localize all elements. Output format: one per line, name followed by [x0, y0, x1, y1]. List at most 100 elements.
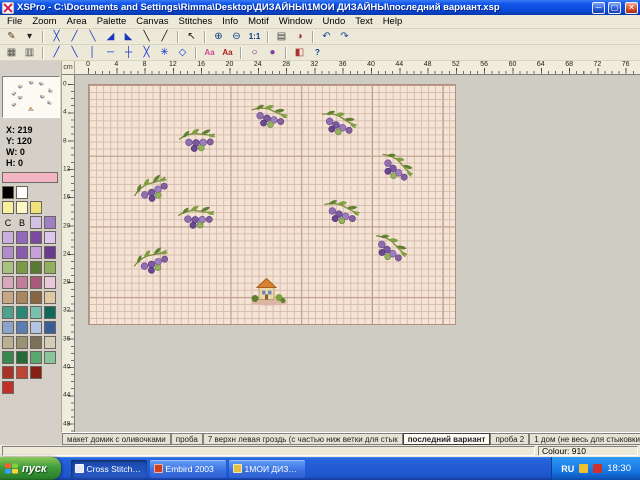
- current-colour-swatch[interactable]: [2, 172, 58, 183]
- half-stitch-back-tool[interactable]: ╲: [84, 30, 101, 44]
- tray-icon[interactable]: [579, 464, 588, 473]
- palette-swatch[interactable]: [44, 321, 56, 334]
- tab-3[interactable]: 7 верхн левая гроздь (с частью ниж ветки…: [203, 433, 403, 445]
- palette-swatch[interactable]: [16, 321, 28, 334]
- palette-swatch[interactable]: [16, 231, 28, 244]
- palette-swatch[interactable]: [2, 321, 14, 334]
- palette-swatch[interactable]: [2, 201, 14, 214]
- menu-item-help[interactable]: Help: [378, 15, 408, 28]
- palette-swatch[interactable]: [44, 336, 56, 349]
- palette-swatch[interactable]: [30, 261, 42, 274]
- stitch-dir-cross-tool[interactable]: ┼: [120, 46, 137, 60]
- palette-swatch[interactable]: [2, 276, 14, 289]
- menu-item-canvas[interactable]: Canvas: [131, 15, 173, 28]
- tab-2[interactable]: проба: [171, 433, 203, 445]
- palette-swatch[interactable]: [2, 246, 14, 259]
- minimize-button[interactable]: ─: [592, 2, 605, 14]
- design-preview[interactable]: [2, 76, 60, 118]
- stitch-dir-ne-tool[interactable]: ╱: [48, 46, 65, 60]
- three-quarter-stitch-tool[interactable]: ◣: [120, 30, 137, 44]
- palette-swatch[interactable]: [16, 366, 28, 379]
- palette-swatch[interactable]: [44, 291, 56, 304]
- palette-swatch[interactable]: [30, 351, 42, 364]
- tray-icon[interactable]: [593, 464, 602, 473]
- app-icon[interactable]: [2, 2, 14, 14]
- stitch-dir-nw-tool[interactable]: ╲: [66, 46, 83, 60]
- palette-swatch[interactable]: [2, 366, 14, 379]
- palette-swatch[interactable]: [16, 351, 28, 364]
- half-stitch-forward-tool[interactable]: ╱: [66, 30, 83, 44]
- text-tool[interactable]: Aa: [201, 46, 218, 60]
- maximize-button[interactable]: ▢: [608, 2, 621, 14]
- palette-swatch[interactable]: [30, 231, 42, 244]
- help-tool[interactable]: ?: [309, 46, 326, 60]
- palette-swatch[interactable]: [16, 276, 28, 289]
- pencil-dropdown[interactable]: ▾: [21, 30, 38, 44]
- stitch-dir-vertical-tool[interactable]: │: [84, 46, 101, 60]
- menu-item-file[interactable]: File: [2, 15, 27, 28]
- menu-item-motif[interactable]: Motif: [243, 15, 274, 28]
- select-tool[interactable]: ↖: [183, 30, 200, 44]
- stitch-diamond-tool[interactable]: ◇: [174, 46, 191, 60]
- palette-swatch[interactable]: [44, 231, 56, 244]
- print-tool[interactable]: ▤: [273, 30, 290, 44]
- tab-5[interactable]: проба 2: [490, 433, 529, 445]
- taskbar-button[interactable]: 1МОИ ДИЗАЙНЫ: [229, 460, 305, 478]
- quarter-stitch-tool[interactable]: ◢: [102, 30, 119, 44]
- tab-4[interactable]: последний вариант: [403, 433, 491, 445]
- palette-swatch[interactable]: [16, 186, 28, 199]
- palette-swatch[interactable]: [2, 186, 14, 199]
- french-knot-tool[interactable]: ○: [246, 46, 263, 60]
- palette-swatch[interactable]: [30, 201, 42, 214]
- palette-swatch[interactable]: [2, 351, 14, 364]
- tab-6[interactable]: 1 дом (не весь для стыковки): [529, 433, 640, 445]
- zoom-in-tool[interactable]: ⊕: [210, 30, 227, 44]
- pencil-tool[interactable]: ✎: [3, 30, 20, 44]
- palette-swatch[interactable]: [16, 261, 28, 274]
- palette-swatch[interactable]: [30, 336, 42, 349]
- undo-tool[interactable]: ↶: [318, 30, 335, 44]
- zoom-actual-tool[interactable]: 1:1: [246, 30, 263, 44]
- chart-view-toggle[interactable]: ▥: [21, 46, 38, 60]
- color-pick-tool[interactable]: ◑: [291, 30, 308, 44]
- palette-swatch[interactable]: [30, 216, 42, 229]
- menu-item-window[interactable]: Window: [274, 15, 318, 28]
- palette-swatch[interactable]: [44, 216, 56, 229]
- language-indicator[interactable]: RU: [561, 464, 574, 474]
- grid-toggle[interactable]: ▦: [3, 46, 20, 60]
- palette-swatch[interactable]: [2, 261, 14, 274]
- palette-swatch[interactable]: [16, 306, 28, 319]
- menu-item-area[interactable]: Area: [62, 15, 92, 28]
- full-stitch-tool[interactable]: ╳: [48, 30, 65, 44]
- menu-item-zoom[interactable]: Zoom: [27, 15, 61, 28]
- palette-swatch[interactable]: [2, 381, 14, 394]
- palette-swatch[interactable]: [30, 291, 42, 304]
- menu-item-stitches[interactable]: Stitches: [173, 15, 217, 28]
- menu-item-palette[interactable]: Palette: [92, 15, 132, 28]
- palette-swatch[interactable]: [30, 276, 42, 289]
- close-button[interactable]: ✕: [625, 2, 638, 14]
- taskbar-button[interactable]: Embird 2003: [150, 460, 226, 478]
- palette-swatch[interactable]: [2, 231, 14, 244]
- palette-edit-tool[interactable]: ◧: [291, 46, 308, 60]
- start-button[interactable]: пуск: [0, 457, 61, 480]
- redo-tool[interactable]: ↷: [336, 30, 353, 44]
- taskbar-button[interactable]: Cross Stitch Pro...: [71, 460, 147, 478]
- palette-swatch[interactable]: [16, 291, 28, 304]
- palette-swatch[interactable]: [44, 351, 56, 364]
- palette-swatch[interactable]: [30, 366, 42, 379]
- palette-swatch[interactable]: [16, 201, 28, 214]
- stitch-dir-horizontal-tool[interactable]: ─: [102, 46, 119, 60]
- palette-swatch[interactable]: [30, 306, 42, 319]
- zoom-out-tool[interactable]: ⊖: [228, 30, 245, 44]
- palette-swatch[interactable]: [44, 276, 56, 289]
- stitch-dir-x-tool[interactable]: ╳: [138, 46, 155, 60]
- long-stitch-tool[interactable]: ╱: [156, 30, 173, 44]
- palette-swatch[interactable]: [2, 291, 14, 304]
- palette-swatch[interactable]: [2, 306, 14, 319]
- palette-swatch[interactable]: [2, 336, 14, 349]
- palette-swatch[interactable]: [30, 246, 42, 259]
- palette-swatch[interactable]: [16, 336, 28, 349]
- design-grid[interactable]: [88, 84, 456, 325]
- backstitch-tool[interactable]: ╲: [138, 30, 155, 44]
